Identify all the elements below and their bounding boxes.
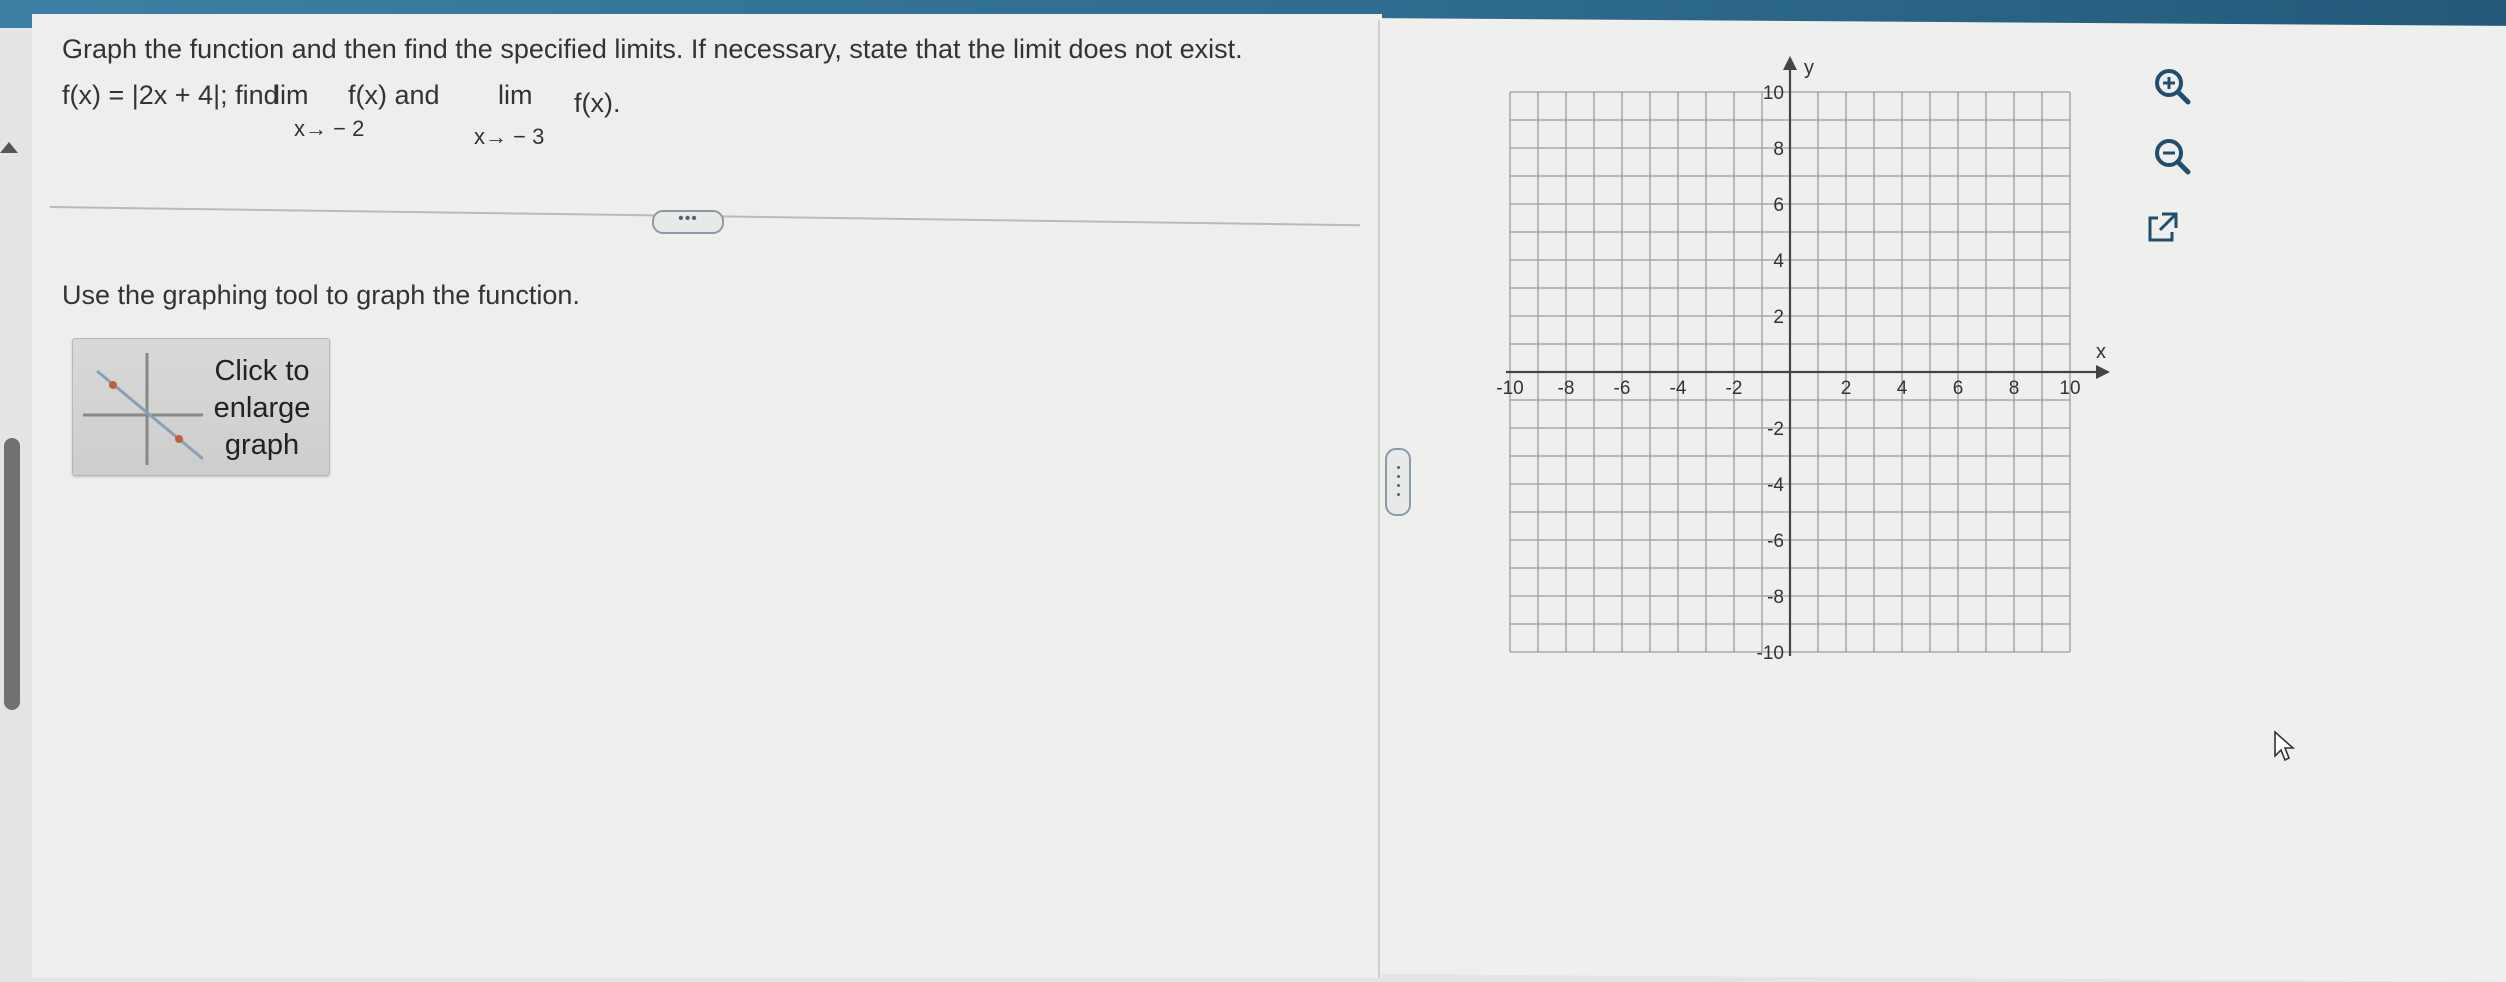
y-tick-label: 10 [1763, 83, 1784, 104]
expand-more-button[interactable]: ••• [652, 210, 724, 234]
y-tick-label: 6 [1773, 195, 1784, 216]
zoom-out-icon[interactable] [2150, 134, 2194, 178]
x-tick-label: -10 [1496, 378, 1523, 399]
limit-1-function: f(x) and [348, 80, 440, 110]
mouse-cursor-icon [2274, 730, 2296, 762]
question-text: Graph the function and then find the spe… [62, 34, 1243, 64]
limit-2-lim: lim [498, 80, 533, 110]
graph-thumbnail-icon [83, 353, 203, 465]
panel-resize-handle[interactable] [1385, 448, 1411, 516]
x-tick-label: 4 [1897, 378, 1908, 399]
y-axis-arrow-icon [1783, 56, 1797, 70]
limit-1-lim: lim [274, 80, 309, 110]
popout-icon[interactable] [2140, 206, 2184, 250]
x-axis-arrow-icon [2096, 365, 2110, 379]
x-tick-label: -6 [1614, 378, 1631, 399]
x-tick-label: -8 [1558, 378, 1575, 399]
limit-2-function: f(x). [574, 88, 621, 118]
axes [1506, 56, 2110, 656]
y-axis-label: y [1804, 57, 1814, 79]
y-tick-label: -8 [1767, 587, 1784, 608]
y-tick-label: 2 [1773, 307, 1784, 328]
x-tick-label: 10 [2059, 378, 2080, 399]
y-tick-label: 8 [1773, 139, 1784, 160]
x-tick-label: -2 [1726, 378, 1743, 399]
y-tick-label: -4 [1767, 475, 1784, 496]
limit-2-approach: x→ − 3 [474, 124, 545, 149]
question-panel [32, 14, 1382, 978]
x-tick-label: -4 [1670, 378, 1687, 399]
tick-labels: -10 -8 -6 -4 -2 2 4 6 8 10 10 8 6 4 2 -2 -4 -6 -8 -10 [1496, 83, 2080, 664]
x-tick-label: 6 [1953, 378, 1964, 399]
limit-1-approach: x→ − 2 [294, 116, 365, 141]
y-tick-label: -10 [1757, 643, 1784, 664]
y-tick-label: -6 [1767, 531, 1784, 552]
y-tick-label: -2 [1767, 419, 1784, 440]
x-tick-label: 8 [2009, 378, 2020, 399]
y-tick-label: 4 [1773, 251, 1784, 272]
x-tick-label: 2 [1841, 378, 1852, 399]
enlarge-graph-label: Click to enlarge graph [213, 355, 311, 461]
x-axis-label: x [2096, 341, 2106, 363]
left-scrollbar[interactable] [4, 438, 20, 710]
enlarge-graph-button[interactable]: Click to enlarge graph [72, 338, 330, 476]
coordinate-graph[interactable]: -10 -8 -6 -4 -2 2 4 6 8 10 10 8 6 4 2 -2 -4 -6 -8 -10 x y [1470, 52, 2150, 702]
function-definition: f(x) = |2x + 4|; find [62, 80, 279, 110]
zoom-in-icon[interactable] [2150, 64, 2194, 108]
collapse-arrow-icon[interactable] [0, 142, 18, 153]
instructions-text: Use the graphing tool to graph the funct… [62, 280, 580, 310]
